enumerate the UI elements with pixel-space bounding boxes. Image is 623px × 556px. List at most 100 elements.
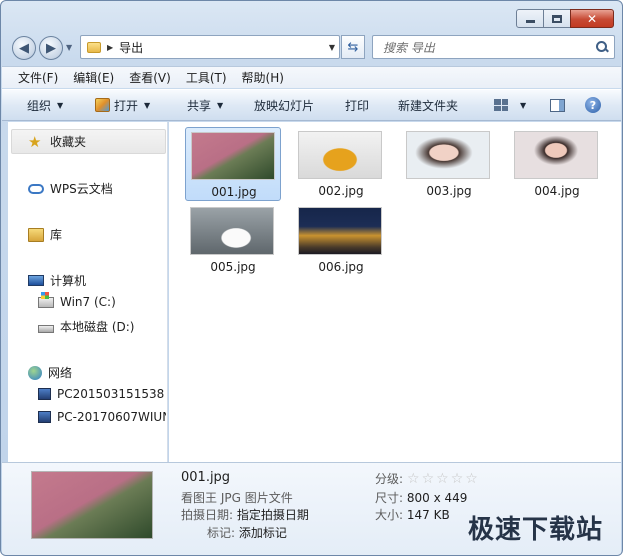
image-thumbnail xyxy=(190,207,274,255)
search-input[interactable]: 搜索 导出 xyxy=(372,35,615,59)
print-button[interactable]: 打印 xyxy=(345,97,369,114)
detail-rating-label: 分级: xyxy=(375,472,404,486)
nav-item-computer[interactable]: 计算机 xyxy=(28,272,86,289)
nav-item-wps-cloud[interactable]: WPS云文档 xyxy=(28,180,113,197)
maximize-icon xyxy=(552,14,562,23)
nav-item-host-2[interactable]: PC-20170607WIUN xyxy=(38,410,166,424)
change-view-button[interactable]: ▼ xyxy=(494,99,526,111)
preview-pane-icon xyxy=(550,98,565,112)
details-pane: 001.jpg 看图王 JPG 图片文件 拍摄日期: 指定拍摄日期 标记: 添加… xyxy=(2,462,621,555)
nav-item-favorites[interactable]: ★ 收藏夹 xyxy=(28,133,86,150)
new-folder-label: 新建文件夹 xyxy=(398,98,459,113)
nav-label: Win7 (C:) xyxy=(60,295,116,309)
nav-item-drive-d[interactable]: 本地磁盘 (D:) xyxy=(38,318,134,335)
slideshow-button[interactable]: 放映幻灯片 xyxy=(254,97,314,114)
help-button[interactable]: ? xyxy=(585,97,601,113)
nav-item-drive-c[interactable]: Win7 (C:) xyxy=(38,291,116,309)
detail-filetype: 看图王 JPG 图片文件 xyxy=(181,491,293,505)
network-computer-icon xyxy=(38,388,51,400)
share-button[interactable]: 共享 ▼ xyxy=(187,97,223,114)
address-bar[interactable]: ▶ 导出 ▼ xyxy=(80,35,340,59)
nav-label: 收藏夹 xyxy=(50,135,87,149)
file-tile[interactable]: 004.jpg xyxy=(509,127,605,201)
organize-button[interactable]: 组织 ▼ xyxy=(27,97,63,114)
detail-filename: 001.jpg xyxy=(181,470,231,485)
nav-label: 网络 xyxy=(48,366,73,380)
file-list: 001.jpg 002.jpg 003.jpg 004.jpg 005.jpg … xyxy=(169,122,621,462)
nav-item-network[interactable]: 网络 xyxy=(28,364,72,381)
breadcrumb-export[interactable]: 导出 xyxy=(119,39,143,56)
detail-tags-value[interactable]: 添加标记 xyxy=(239,526,287,540)
image-thumbnail xyxy=(191,132,275,180)
menu-edit[interactable]: 编辑(E) xyxy=(73,69,114,86)
minimize-icon xyxy=(525,20,535,23)
nav-item-host-1[interactable]: PC201503151538 xyxy=(38,387,164,401)
close-button[interactable]: ✕ xyxy=(570,9,614,28)
star-icon[interactable]: ☆ xyxy=(407,471,420,487)
recent-pages-dropdown[interactable]: ▼ xyxy=(66,43,72,52)
nav-label: PC-20170607WIUN xyxy=(57,410,166,424)
command-bar: 组织 ▼ 打开 ▼ 共享 ▼ 放映幻灯片 打印 新建文件夹 ▼ ? xyxy=(2,89,621,121)
views-icon xyxy=(494,99,508,111)
help-icon: ? xyxy=(585,97,601,113)
file-tile[interactable]: 001.jpg xyxy=(185,127,281,201)
preview-pane-button[interactable] xyxy=(550,98,565,112)
nav-label: 计算机 xyxy=(50,274,87,288)
file-tile[interactable]: 006.jpg xyxy=(293,203,389,277)
nav-label: 库 xyxy=(50,228,63,242)
open-button[interactable]: 打开 ▼ xyxy=(95,97,150,114)
minimize-button[interactable] xyxy=(516,9,544,28)
breadcrumb-chevron-icon[interactable]: ▶ xyxy=(107,43,113,52)
file-name: 004.jpg xyxy=(534,184,580,198)
cloud-icon xyxy=(28,183,44,194)
close-icon: ✕ xyxy=(586,11,598,26)
rating-stars[interactable]: ☆ ☆ ☆ ☆ ☆ xyxy=(407,471,480,487)
nav-item-libraries[interactable]: 库 xyxy=(28,226,62,243)
detail-dims-label: 尺寸: xyxy=(375,491,404,505)
print-label: 打印 xyxy=(345,98,370,113)
star-icon[interactable]: ☆ xyxy=(422,471,435,487)
detail-size-value: 147 KB xyxy=(406,508,450,522)
menu-view[interactable]: 查看(V) xyxy=(129,69,171,86)
search-icon[interactable] xyxy=(596,41,608,53)
computer-icon xyxy=(28,275,44,286)
menu-tools[interactable]: 工具(T) xyxy=(186,69,227,86)
file-name: 001.jpg xyxy=(211,185,257,199)
star-icon[interactable]: ☆ xyxy=(451,471,464,487)
file-tile[interactable]: 005.jpg xyxy=(185,203,281,277)
new-folder-button[interactable]: 新建文件夹 xyxy=(398,97,458,114)
image-viewer-icon xyxy=(95,98,110,112)
slideshow-label: 放映幻灯片 xyxy=(254,98,315,113)
forward-button[interactable]: ▶ xyxy=(39,36,63,60)
detail-tags-label: 标记: xyxy=(207,526,236,540)
file-tile[interactable]: 002.jpg xyxy=(293,127,389,201)
image-thumbnail xyxy=(514,131,598,179)
organize-label: 组织 xyxy=(27,98,52,113)
menu-bar: 文件(F) 编辑(E) 查看(V) 工具(T) 帮助(H) xyxy=(2,66,621,88)
star-icon[interactable]: ☆ xyxy=(436,471,449,487)
star-icon[interactable]: ☆ xyxy=(465,471,478,487)
image-thumbnail xyxy=(298,131,382,179)
menu-help[interactable]: 帮助(H) xyxy=(242,69,284,86)
refresh-button[interactable]: ⇆ xyxy=(341,35,365,59)
network-computer-icon xyxy=(38,411,51,423)
network-globe-icon xyxy=(28,365,42,380)
windows-drive-icon xyxy=(38,291,54,308)
star-icon: ★ xyxy=(28,132,42,151)
image-thumbnail xyxy=(298,207,382,255)
file-tile[interactable]: 003.jpg xyxy=(401,127,497,201)
file-name: 002.jpg xyxy=(318,184,364,198)
maximize-button[interactable] xyxy=(543,9,571,28)
detail-size-label: 大小: xyxy=(375,508,404,522)
search-placeholder: 搜索 导出 xyxy=(383,40,435,55)
detail-dims-value: 800 x 449 xyxy=(406,491,468,505)
share-label: 共享 xyxy=(187,98,212,113)
file-name: 006.jpg xyxy=(318,260,364,274)
forward-arrow-icon: ▶ xyxy=(46,40,56,56)
folder-icon xyxy=(87,41,101,53)
image-thumbnail xyxy=(406,131,490,179)
detail-date-value[interactable]: 指定拍摄日期 xyxy=(237,508,309,522)
menu-file[interactable]: 文件(F) xyxy=(18,69,58,86)
back-button[interactable]: ◀ xyxy=(12,36,36,60)
address-dropdown-icon[interactable]: ▼ xyxy=(329,43,335,52)
